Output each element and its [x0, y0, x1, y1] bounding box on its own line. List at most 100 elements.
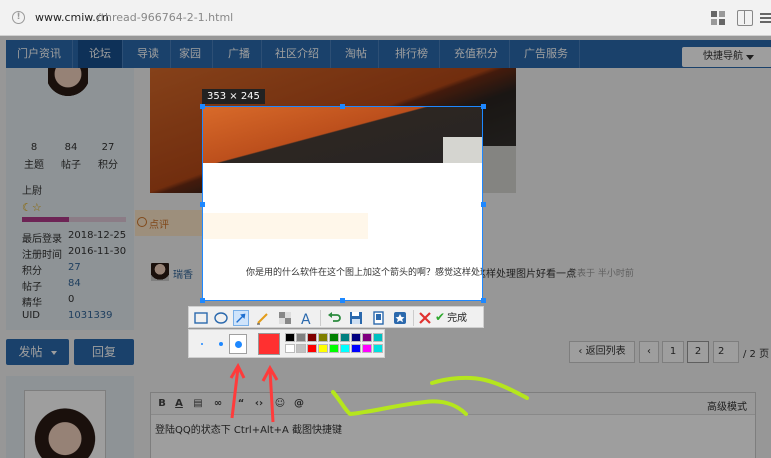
quick-nav-button[interactable]: 快捷导航 [682, 47, 771, 67]
advanced-mode-link[interactable]: 高级模式 [707, 398, 747, 413]
done-button[interactable]: ✔ 完成 [435, 309, 467, 327]
editor-content[interactable]: 登陆QQ的状态下 Ctrl+Alt+A 截图快捷键 [155, 421, 342, 436]
info-label: 帖子 [22, 282, 42, 293]
user-rank[interactable]: 上尉 [22, 182, 42, 197]
nav-item-forum[interactable]: 论坛 [78, 40, 123, 68]
page-link-1[interactable]: 1 [662, 341, 684, 363]
arrow-tool-icon[interactable] [233, 310, 249, 326]
page-number-input[interactable]: 2 [713, 341, 739, 363]
resize-handle[interactable] [340, 104, 345, 109]
info-value[interactable]: 1031339 [68, 310, 138, 321]
color-swatch[interactable] [340, 333, 350, 342]
nav-item-home[interactable]: 家园 [168, 40, 213, 68]
info-label: 精华 [22, 298, 42, 309]
stat-label: 积分 [98, 160, 118, 171]
color-swatch[interactable] [307, 333, 317, 342]
color-swatch[interactable] [318, 333, 328, 342]
capture-size-label: 353 × 245 [202, 89, 265, 104]
color-swatch[interactable] [296, 333, 306, 342]
info-label: 最后登录 [22, 234, 62, 245]
reply-button[interactable]: 回复 [74, 339, 134, 365]
resize-handle[interactable] [481, 202, 486, 207]
comment-author[interactable]: 瑞香 [173, 266, 193, 281]
smiley-icon[interactable]: ☺ [273, 398, 287, 410]
color-swatch[interactable] [329, 344, 339, 353]
size-small-option[interactable] [201, 343, 203, 345]
color-swatch[interactable] [362, 333, 372, 342]
avatar[interactable] [48, 68, 88, 98]
resize-handle[interactable] [200, 298, 205, 303]
comment-avatar[interactable] [151, 263, 169, 281]
link-icon[interactable]: ∞ [211, 398, 225, 410]
pen-tool-icon[interactable] [255, 310, 271, 326]
nav-item-guide[interactable]: 导读 [126, 40, 171, 68]
prev-page-button[interactable]: ‹ [639, 341, 659, 363]
color-swatch[interactable] [329, 333, 339, 342]
nav-item-broadcast[interactable]: 广播 [217, 40, 262, 68]
chevron-down-icon [746, 55, 754, 60]
ellipse-tool-icon[interactable] [213, 310, 229, 326]
color-swatch[interactable] [318, 344, 328, 353]
page-link-2[interactable]: 2 [687, 341, 709, 363]
rectangle-tool-icon[interactable] [193, 310, 209, 326]
nav-item-collections[interactable]: 淘帖 [334, 40, 379, 68]
url-path[interactable]: /thread-966764-2-1.html [97, 11, 233, 24]
main-nav: 门户资讯 论坛 导读 家园 广播 社区介绍 淘帖 排行榜 充值积分 广告服务 快… [6, 40, 771, 68]
svg-text:A: A [301, 312, 311, 326]
nav-item-portal[interactable]: 门户资讯 [6, 40, 73, 68]
stat-posts[interactable]: 84 帖子 [53, 142, 89, 171]
color-swatch[interactable] [285, 333, 295, 342]
color-swatch[interactable] [296, 344, 306, 353]
reader-mode-icon[interactable] [737, 10, 753, 26]
close-icon[interactable] [417, 310, 433, 326]
nav-item-ranking[interactable]: 排行榜 [384, 40, 440, 68]
stat-points[interactable]: 27 积分 [90, 142, 126, 171]
back-to-list-button[interactable]: ‹ 返回列表 [569, 341, 635, 363]
color-swatch[interactable] [362, 344, 372, 353]
save-icon[interactable] [348, 310, 364, 326]
extensions-icon[interactable] [710, 10, 726, 26]
undo-icon[interactable] [326, 310, 342, 326]
code-icon[interactable]: ‹› [252, 398, 266, 410]
capture-selection[interactable]: 你是用的什么软件在这个图上加这个箭头的啊？感觉这样处理图片好看一点 发表于 半小… [202, 106, 483, 301]
size-large-option[interactable] [229, 334, 247, 354]
color-swatch[interactable] [340, 344, 350, 353]
info-icon[interactable]: ! [12, 11, 25, 24]
copy-to-clipboard-icon[interactable] [370, 310, 386, 326]
stat-label: 帖子 [61, 160, 81, 171]
resize-handle[interactable] [200, 104, 205, 109]
color-swatch[interactable] [307, 344, 317, 353]
new-post-button[interactable]: 发帖 [6, 339, 69, 365]
text-tool-icon[interactable]: A [299, 310, 315, 326]
nav-item-ads[interactable]: 广告服务 [513, 40, 580, 68]
menu-icon[interactable] [760, 10, 771, 26]
resize-handle[interactable] [340, 298, 345, 303]
nav-item-community[interactable]: 社区介绍 [264, 40, 331, 68]
size-medium-option[interactable] [219, 342, 223, 346]
rate-label[interactable]: 点评 [149, 216, 169, 231]
color-swatch[interactable] [285, 344, 295, 353]
browser-address-bar: ! www.cmiw.cn /thread-966764-2-1.html [0, 0, 771, 36]
nav-item-recharge[interactable]: 充值积分 [443, 40, 510, 68]
color-swatch[interactable] [373, 333, 383, 342]
current-color-swatch[interactable] [258, 333, 280, 355]
color-swatch[interactable] [351, 344, 361, 353]
info-label: 积分 [22, 266, 42, 277]
info-value[interactable]: 27 [68, 262, 138, 273]
new-post-label: 发帖 [18, 345, 43, 359]
color-swatch[interactable] [373, 344, 383, 353]
resize-handle[interactable] [200, 202, 205, 207]
quote-icon[interactable]: “ [234, 398, 248, 410]
pin-icon[interactable] [392, 310, 408, 326]
font-color-icon[interactable]: A [172, 398, 186, 410]
mosaic-tool-icon[interactable] [277, 310, 293, 326]
at-icon[interactable]: @ [292, 398, 306, 410]
bold-icon[interactable]: B [155, 398, 169, 410]
stat-threads[interactable]: 8 主题 [16, 142, 52, 171]
resize-handle[interactable] [481, 298, 486, 303]
reply-editor[interactable]: B A ▤ ∞ “ ‹› ☺ @ 高级模式 登陆QQ的状态下 Ctrl+Alt+… [150, 392, 756, 458]
info-value[interactable]: 84 [68, 278, 138, 289]
resize-handle[interactable] [481, 104, 486, 109]
background-color-icon[interactable]: ▤ [191, 398, 205, 410]
color-swatch[interactable] [351, 333, 361, 342]
